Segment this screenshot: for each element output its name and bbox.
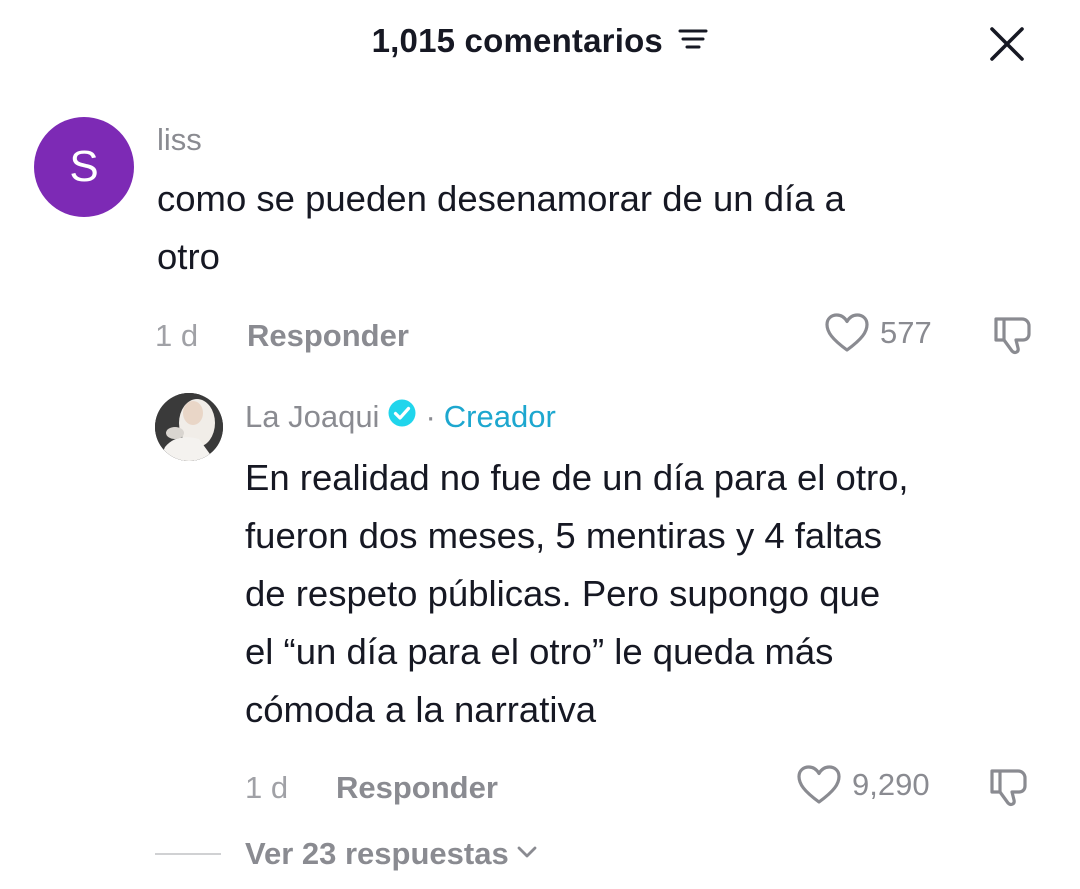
view-replies-label: Ver 23 respuestas (245, 836, 509, 871)
reply-author-row: La Joaqui · Creador (245, 398, 556, 436)
reply-button[interactable]: Responder (247, 318, 409, 354)
comment-text: como se pueden desenamorar de un día a o… (157, 170, 845, 286)
view-replies-button[interactable]: Ver 23 respuestas (155, 836, 539, 872)
dislike-button[interactable] (990, 313, 1038, 362)
thumbs-down-icon (990, 769, 1027, 807)
like-count: 577 (880, 315, 932, 350)
avatar[interactable]: S (34, 117, 134, 217)
verified-check-icon (387, 398, 417, 436)
dislike-button[interactable] (986, 765, 1034, 814)
like-count: 9,290 (852, 767, 930, 802)
comment-text-line: de respeto públicas. Pero supongo que (245, 573, 881, 614)
creator-badge: Creador (443, 399, 556, 434)
filter-lines-icon[interactable] (678, 22, 708, 60)
close-button[interactable] (985, 22, 1029, 66)
comment-text-line: el “un día para el otro” le queda más (245, 631, 834, 672)
replies-divider (155, 853, 221, 855)
comment-time: 1 d (155, 318, 199, 353)
comment-text-line: otro (157, 236, 220, 277)
comments-title-row[interactable]: 1,015 comentarios (0, 22, 1080, 60)
comment-text: En realidad no fue de un día para el otr… (245, 449, 909, 739)
heart-icon (825, 313, 869, 352)
thumbs-down-icon (994, 317, 1031, 355)
like-button[interactable]: 577 (824, 312, 932, 354)
comment-text-line: cómoda a la narrativa (245, 689, 596, 730)
comment-username[interactable]: La Joaqui (245, 399, 379, 435)
reply-button[interactable]: Responder (336, 770, 498, 806)
chevron-down-icon (515, 842, 539, 867)
comment-time: 1 d (245, 770, 289, 805)
separator-dot: · (425, 399, 436, 434)
like-button[interactable]: 9,290 (796, 764, 930, 806)
comments-header: 1,015 comentarios (0, 0, 1080, 84)
comment-text-line: En realidad no fue de un día para el otr… (245, 457, 909, 498)
comment-username[interactable]: liss (157, 122, 202, 158)
comment-text-line: como se pueden desenamorar de un día a (157, 178, 845, 219)
comments-count-title: 1,015 comentarios (371, 22, 663, 59)
avatar[interactable] (155, 393, 223, 461)
heart-icon (797, 765, 841, 804)
close-x-icon (990, 27, 1024, 61)
comment-text-line: fueron dos meses, 5 mentiras y 4 faltas (245, 515, 883, 556)
